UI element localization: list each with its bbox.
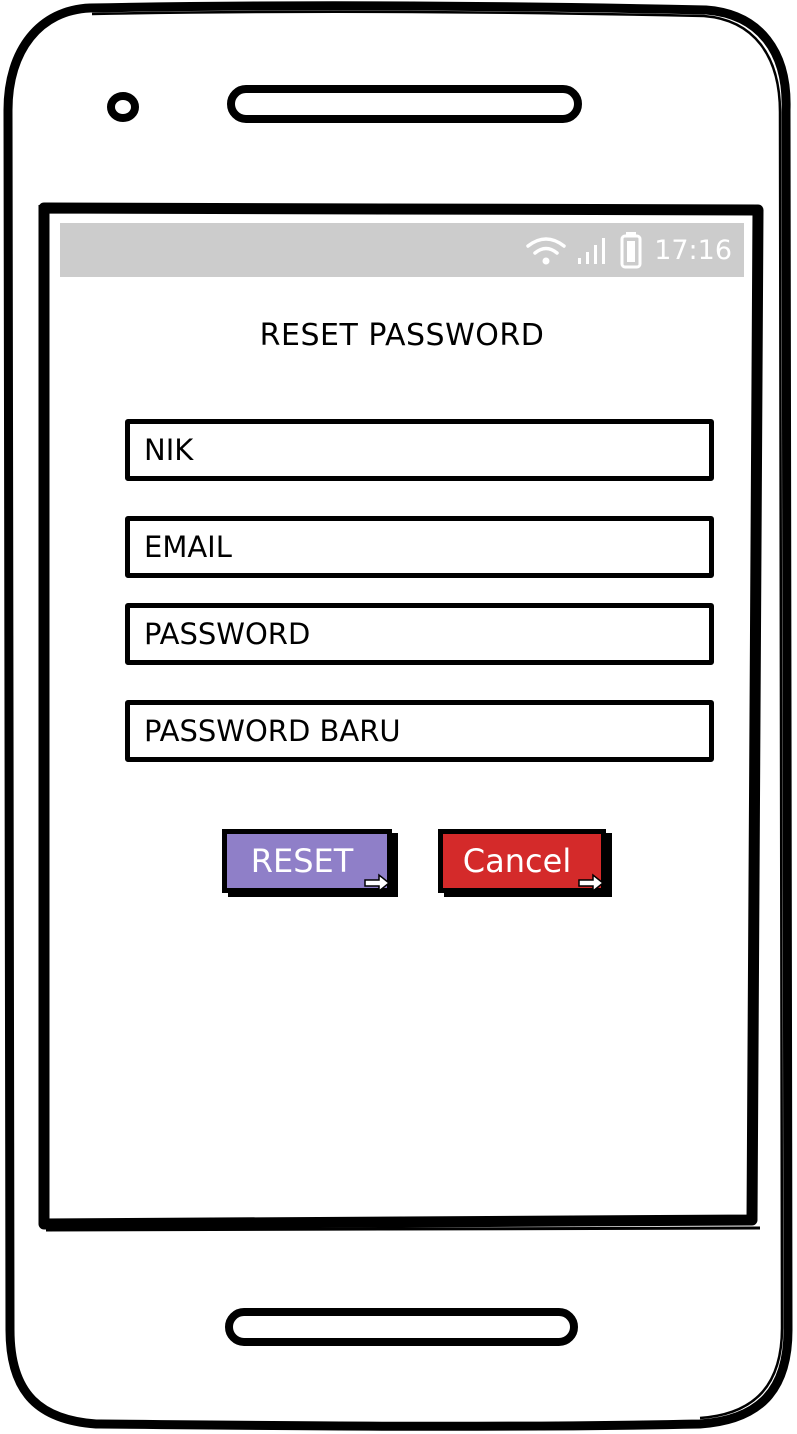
link-arrow-icon [364, 873, 391, 893]
wifi-icon [526, 237, 566, 265]
reset-button-label: RESET [250, 842, 354, 880]
password-field[interactable]: PASSWORD [125, 603, 714, 665]
nik-field[interactable]: NIK [125, 419, 714, 481]
reset-button[interactable]: RESET [222, 829, 392, 893]
email-field-placeholder: EMAIL [144, 530, 232, 564]
battery-icon [620, 232, 642, 269]
status-time: 17:16 [654, 234, 732, 266]
speaker-top [227, 85, 582, 123]
cancel-button-label: Cancel [462, 842, 572, 880]
nik-field-placeholder: NIK [144, 433, 194, 467]
camera-icon [107, 92, 139, 122]
email-field[interactable]: EMAIL [125, 516, 714, 578]
page-title: RESET PASSWORD [259, 318, 545, 353]
speaker-bottom [225, 1308, 578, 1346]
link-arrow-icon [578, 873, 605, 893]
cancel-button[interactable]: Cancel [438, 829, 606, 893]
signal-icon [578, 238, 606, 264]
password-field-placeholder: PASSWORD [144, 617, 311, 651]
status-icons: 17:16 [524, 223, 732, 277]
new-password-field-placeholder: PASSWORD BARU [144, 714, 401, 748]
new-password-field[interactable]: PASSWORD BARU [125, 700, 714, 762]
status-bar: 17:16 [60, 223, 744, 277]
